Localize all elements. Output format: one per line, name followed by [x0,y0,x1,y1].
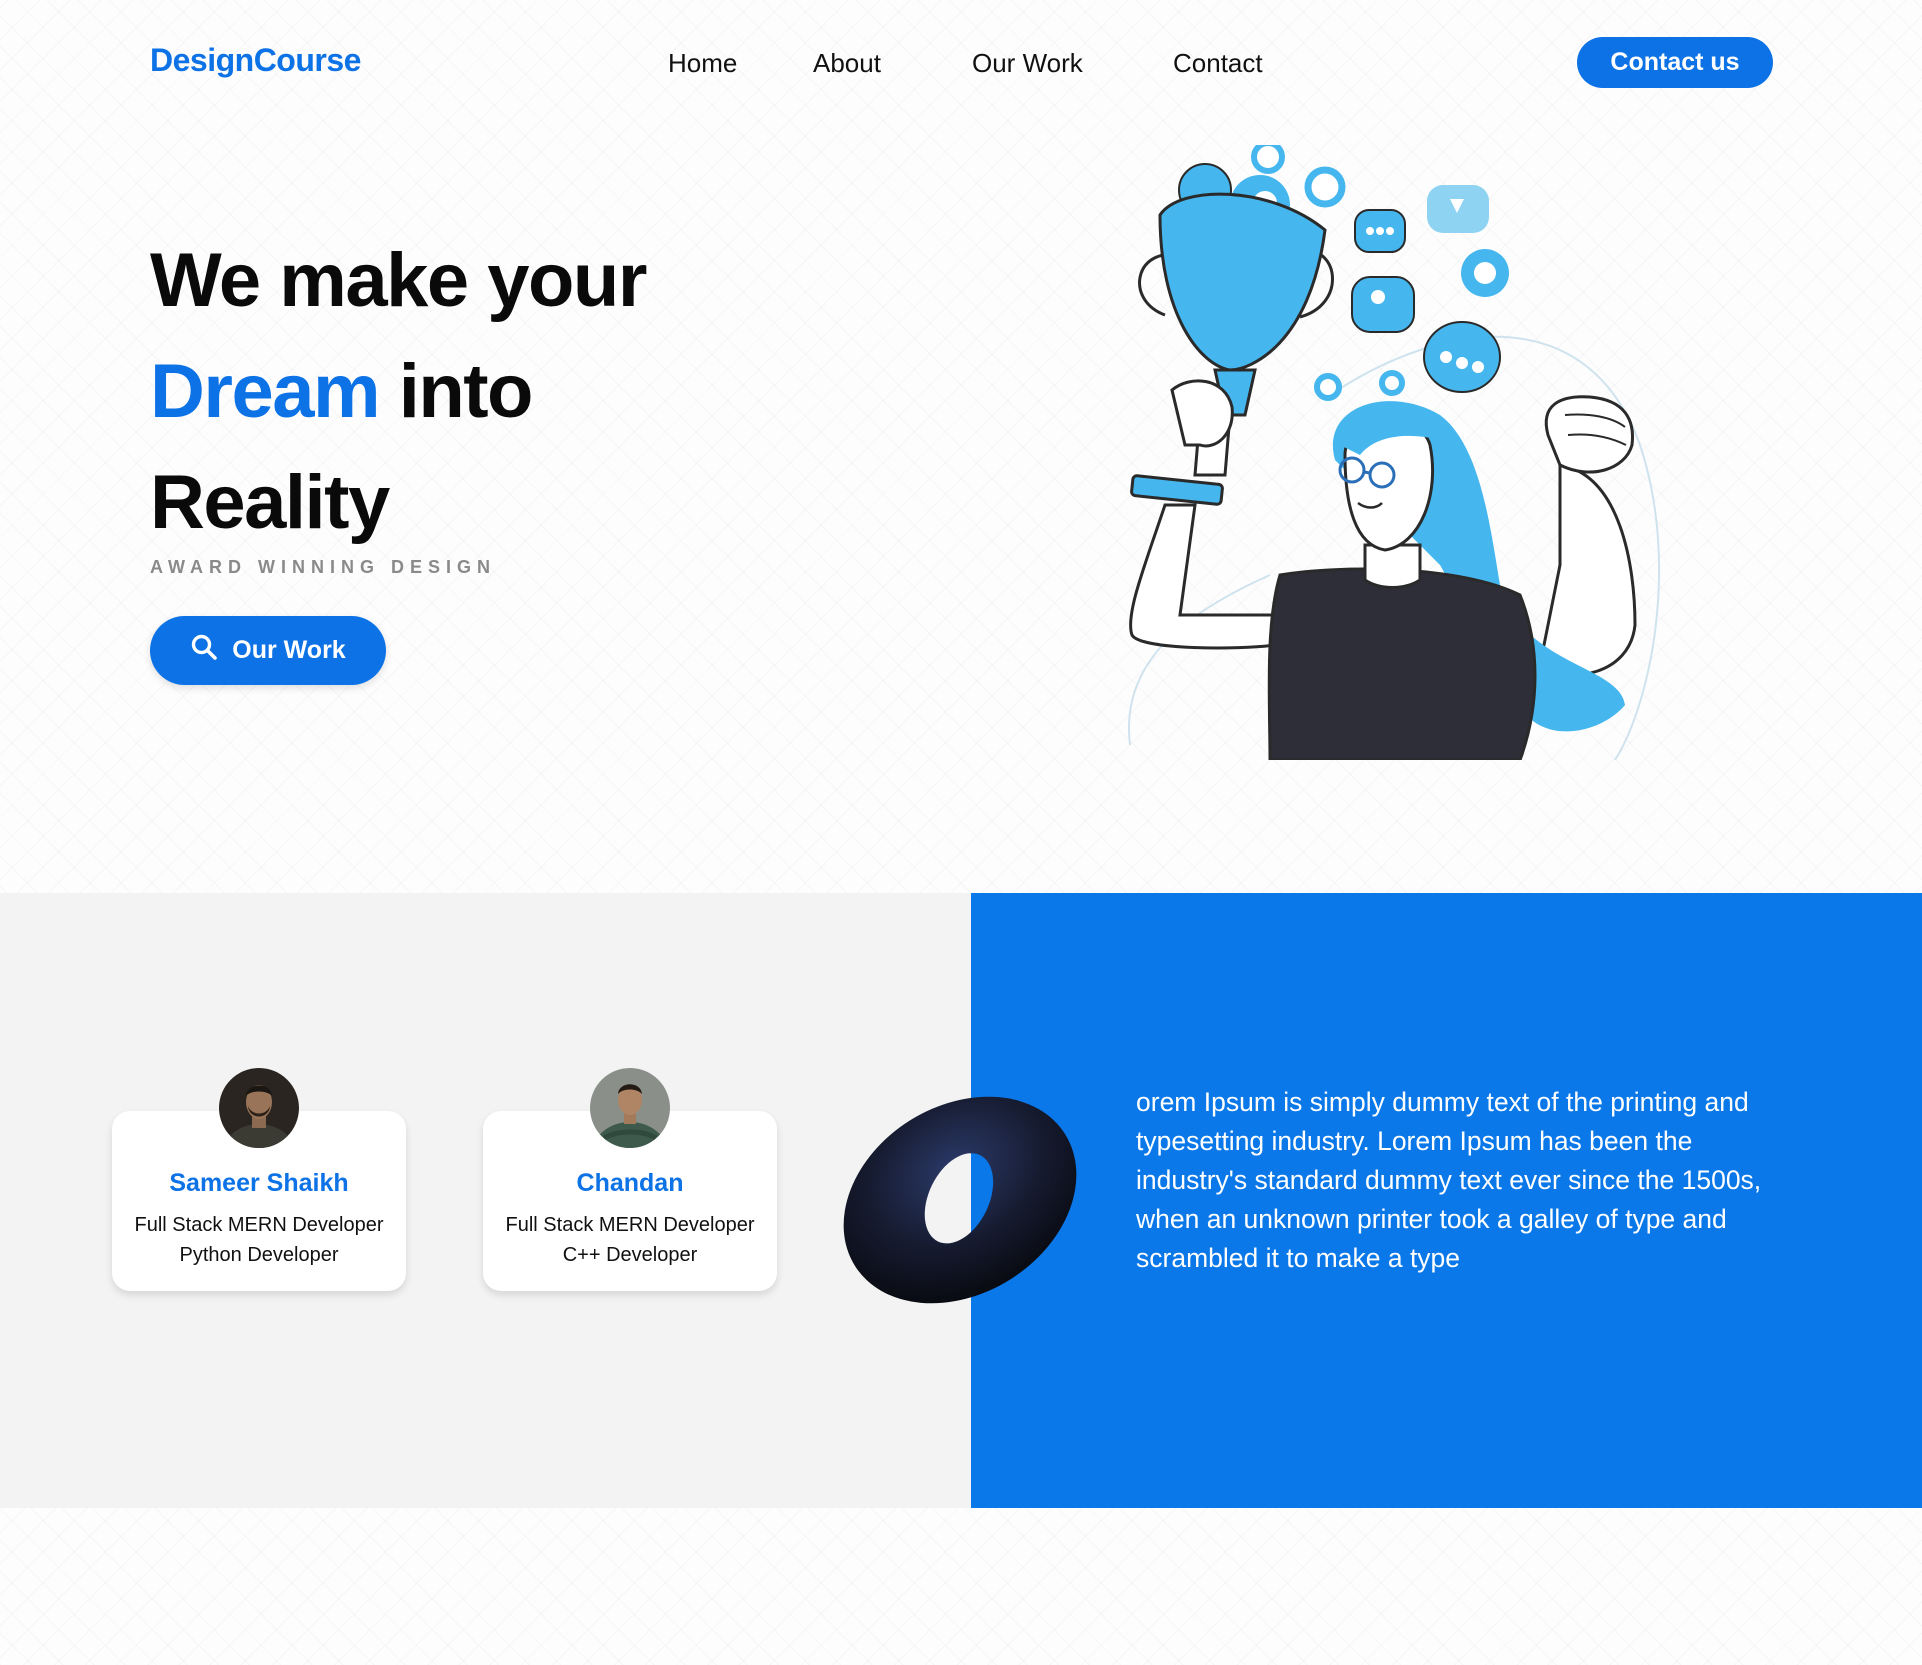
team-member-name: Sameer Shaikh [169,1169,349,1197]
avatar [219,1068,299,1148]
hero-title-line3: Reality [150,460,390,545]
nav-link-home[interactable]: Home [668,48,737,79]
person-holding-trophy-illustration [1127,145,1660,760]
team-member-role: Full Stack MERN Developer [134,1214,384,1236]
nav-link-our-work[interactable]: Our Work [972,48,1083,79]
team-member-name: Chandan [576,1169,684,1197]
team-card-sameer[interactable]: Sameer Shaikh Full Stack MERN Developer … [112,1068,406,1291]
torus-3d-decoration [843,1096,1077,1304]
our-work-button[interactable]: Our Work [150,616,386,685]
nav-link-about[interactable]: About [813,48,881,79]
team-member-role: Full Stack MERN Developer [505,1214,755,1236]
top-navigation: DesignCourse Home About Our Work Contact… [0,0,1922,130]
about-paragraph: orem Ipsum is simply dummy text of the p… [1136,1087,1762,1273]
hero-title-line1: We make your [150,238,647,323]
team-card-chandan[interactable]: Chandan Full Stack MERN Developer C++ De… [483,1068,777,1291]
nav-link-contact[interactable]: Contact [1173,48,1263,79]
team-panel: Sameer Shaikh Full Stack MERN Developer … [0,893,971,1508]
contact-us-button[interactable]: Contact us [1577,37,1773,88]
our-work-button-label: Our Work [232,636,346,664]
hero-title: We make your Dream into Reality [150,225,647,558]
team-member-role-secondary: Python Developer [179,1244,339,1266]
hero-title-highlight: Dream [150,349,381,434]
team-member-role-secondary: C++ Developer [562,1244,698,1266]
avatar [590,1068,670,1148]
hero-tagline: AWARD WINNING DESIGN [150,557,497,577]
hero-title-line2: into [398,349,534,434]
search-icon [190,633,218,668]
